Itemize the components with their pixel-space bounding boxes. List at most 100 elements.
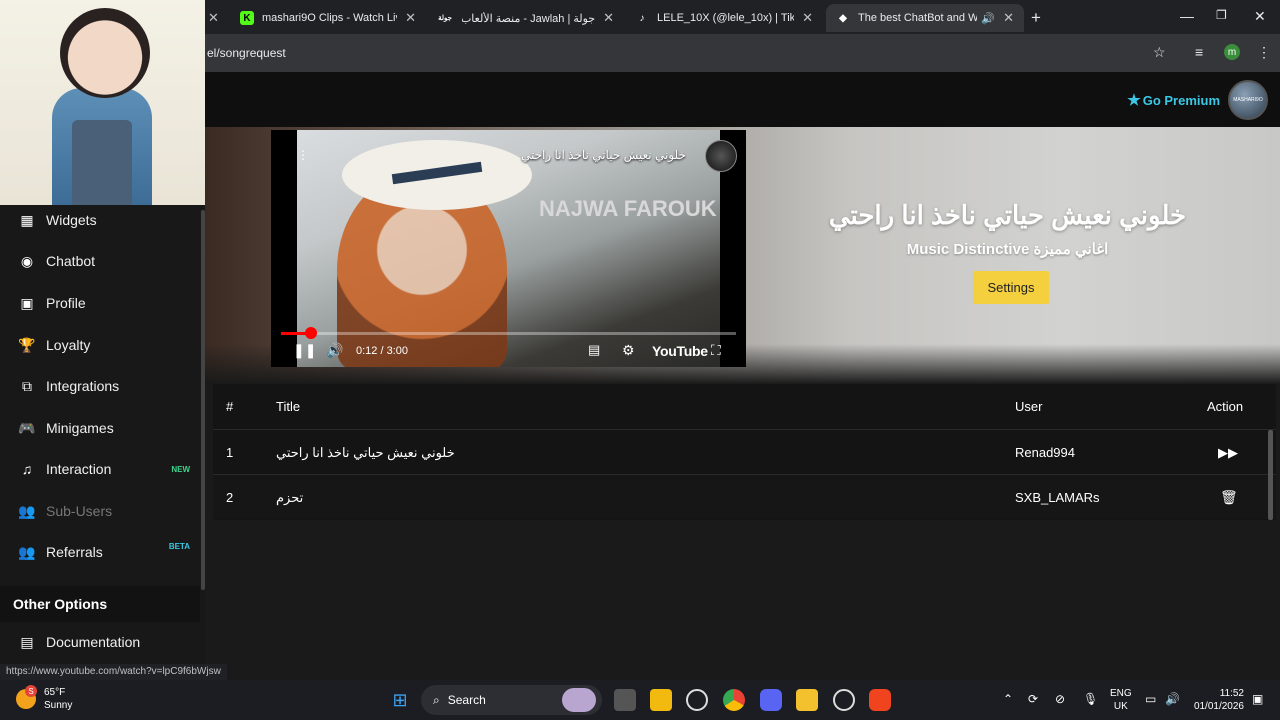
settings-button[interactable]: Settings bbox=[973, 271, 1049, 304]
sun-icon: S bbox=[16, 685, 37, 709]
notes-app-icon[interactable] bbox=[796, 689, 818, 711]
taskbar-search-label: Search bbox=[447, 693, 486, 707]
sidebar-item-loyalty[interactable]: 🏆 Loyalty bbox=[0, 325, 200, 365]
gear-icon[interactable]: ⚙ bbox=[622, 342, 635, 359]
task-view-icon[interactable] bbox=[614, 689, 636, 711]
row-number: 1 bbox=[226, 445, 234, 460]
sidebar-item-sub-users[interactable]: 👥 Sub-Users bbox=[0, 491, 200, 531]
discord-icon[interactable] bbox=[760, 689, 782, 711]
requested-by: SXB_LAMARs bbox=[1015, 490, 1100, 505]
table-row: 2 تحزم SXB_LAMARs 🗑 bbox=[213, 474, 1276, 519]
new-tab-icon[interactable]: + bbox=[1031, 8, 1041, 28]
tab-title: mashari9O Clips - Watch Live o bbox=[262, 12, 397, 24]
sidebar-item-profile[interactable]: ▣ Profile bbox=[0, 283, 200, 323]
sync-icon[interactable]: ⟳ bbox=[1028, 692, 1038, 706]
no-camera-icon[interactable]: ⊘ bbox=[1055, 692, 1065, 706]
user-avatar[interactable]: MASHARI9O bbox=[1228, 80, 1268, 120]
taskbar-search[interactable]: ⌕ Search bbox=[421, 685, 602, 715]
file-explorer-icon[interactable] bbox=[650, 689, 672, 711]
close-icon[interactable]: ✕ bbox=[1003, 10, 1014, 26]
volume-icon[interactable]: 🔊 bbox=[326, 342, 343, 359]
go-premium-button[interactable]: ★ Go Premium bbox=[1127, 91, 1220, 109]
tab-title: The best ChatBot and Widg bbox=[858, 12, 978, 24]
video-overlay-text: NAJWA FAROUK bbox=[539, 196, 717, 221]
users-icon: 👥 bbox=[18, 502, 36, 519]
settings-app-icon[interactable] bbox=[833, 689, 855, 711]
tab-chatbot-active[interactable]: ◆ The best ChatBot and Widg 🔊 ✕ bbox=[826, 4, 1024, 32]
bookmark-star-icon[interactable]: ☆ bbox=[1153, 44, 1166, 61]
close-icon[interactable]: ✕ bbox=[405, 10, 416, 26]
restore-icon[interactable]: ❐ bbox=[1216, 8, 1227, 22]
obs-icon[interactable] bbox=[686, 689, 708, 711]
sidebar-item-label: Loyalty bbox=[46, 337, 91, 353]
sidebar-item-widgets[interactable]: ▦ Widgets bbox=[0, 200, 200, 240]
book-icon: ▤ bbox=[20, 633, 34, 650]
close-icon[interactable]: ✕ bbox=[802, 10, 813, 26]
speaker-icon[interactable]: 🔊 bbox=[981, 12, 995, 25]
chrome-icon[interactable] bbox=[723, 689, 745, 711]
close-icon[interactable]: ✕ bbox=[603, 10, 614, 26]
media-controls-icon[interactable]: ≡ bbox=[1195, 44, 1203, 60]
new-badge: NEW bbox=[171, 464, 190, 474]
microphone-icon[interactable]: 🎙 bbox=[1083, 692, 1098, 706]
video-title[interactable]: خلوني نعيش حياتي ناخذ انا راحتي bbox=[521, 148, 686, 162]
clock-time: 11:52 bbox=[1219, 688, 1244, 699]
url-field[interactable]: el/songrequest bbox=[205, 39, 1180, 67]
column-header-action: Action bbox=[1207, 399, 1244, 414]
sidebar-item-integrations[interactable]: ⧉ Integrations bbox=[0, 366, 200, 406]
weather-badge: S bbox=[25, 685, 37, 697]
pause-icon[interactable]: ❚❚ bbox=[293, 342, 316, 359]
webcam-overlay bbox=[0, 0, 205, 205]
column-header-number: # bbox=[226, 399, 234, 414]
progress-bar[interactable] bbox=[281, 327, 736, 339]
table-scrollbar[interactable] bbox=[1268, 430, 1273, 520]
sidebar-scrollbar[interactable] bbox=[201, 210, 205, 590]
profile-avatar[interactable]: m bbox=[1224, 44, 1240, 60]
youtube-player[interactable]: NAJWA FAROUK ⋮ خلوني نعيش حياتي ناخذ انا… bbox=[271, 130, 746, 367]
notification-icon[interactable]: ▣ bbox=[1252, 692, 1263, 706]
plug-icon: ⧉ bbox=[22, 377, 32, 394]
sidebar-item-label: Interaction bbox=[46, 461, 112, 477]
channel-avatar[interactable] bbox=[705, 140, 737, 172]
sidebar-item-minigames[interactable]: 🎮 Minigames bbox=[0, 408, 200, 448]
youtube-logo[interactable]: YouTube bbox=[652, 343, 708, 359]
close-icon[interactable]: ✕ bbox=[208, 10, 219, 26]
sidebar-item-label: Integrations bbox=[46, 378, 120, 394]
system-clock[interactable]: 11:52 01/01/2026 bbox=[1188, 687, 1244, 713]
window-close-icon[interactable]: ✕ bbox=[1254, 8, 1266, 25]
volume-icon[interactable]: 🔊 bbox=[1165, 692, 1180, 706]
tab-title: LELE_10X (@lele_10x) | TikTok bbox=[657, 12, 795, 24]
brave-icon[interactable] bbox=[869, 689, 891, 711]
search-icon: ⌕ bbox=[433, 692, 440, 707]
sidebar-item-interaction[interactable]: ♫ Interaction NEW bbox=[0, 449, 200, 489]
avatar-text: MASHARI9O bbox=[1233, 97, 1263, 103]
diamond-icon: ◆ bbox=[839, 12, 847, 24]
video-menu-icon[interactable]: ⋮ bbox=[297, 148, 309, 162]
fullscreen-icon[interactable]: ⛶ bbox=[711, 342, 721, 359]
sidebar-item-label: Chatbot bbox=[46, 253, 96, 269]
sidebar-item-referrals[interactable]: 👥 Referrals BETA bbox=[0, 532, 200, 572]
language-indicator[interactable]: ENG UK bbox=[1110, 687, 1132, 713]
language-code: ENG bbox=[1110, 688, 1132, 699]
subtitles-icon[interactable]: ▤ bbox=[588, 342, 600, 358]
tab-jawlah[interactable]: جولة جولة | Jawlah - منصة الألعاب الـ ✕ bbox=[426, 4, 624, 32]
music-note-icon: ♫ bbox=[21, 461, 33, 477]
windows-start-icon[interactable]: ⊞ bbox=[389, 689, 411, 711]
url-text: el/songrequest bbox=[207, 46, 286, 60]
chevron-up-icon[interactable]: ⌃ bbox=[1003, 692, 1013, 706]
song-title: خلوني نعيش حياتي ناخذ انا راحتي bbox=[276, 444, 455, 460]
tab-kick[interactable]: K mashari9O Clips - Watch Live o ✕ bbox=[230, 4, 426, 32]
more-menu-icon[interactable]: ⋮ bbox=[1257, 44, 1271, 61]
play-next-icon[interactable]: ▶▶ bbox=[1218, 430, 1238, 475]
trash-icon[interactable]: 🗑 bbox=[1220, 475, 1238, 520]
sidebar-item-chatbot[interactable]: ◉ Chatbot bbox=[0, 241, 200, 281]
weather-widget[interactable]: S 65°F Sunny bbox=[16, 685, 72, 712]
beta-badge: BETA bbox=[168, 542, 190, 551]
sidebar-item-documentation[interactable]: ▤ Documentation bbox=[0, 622, 200, 662]
minimize-icon[interactable]: — bbox=[1180, 8, 1194, 24]
network-icon[interactable]: ▭ bbox=[1145, 692, 1156, 706]
sidebar-item-label: Documentation bbox=[46, 634, 141, 650]
tab-tiktok[interactable]: ♪ LELE_10X (@lele_10x) | TikTok ✕ bbox=[625, 4, 823, 32]
kick-icon: K bbox=[240, 11, 254, 25]
sidebar-item-label: Minigames bbox=[46, 420, 114, 436]
